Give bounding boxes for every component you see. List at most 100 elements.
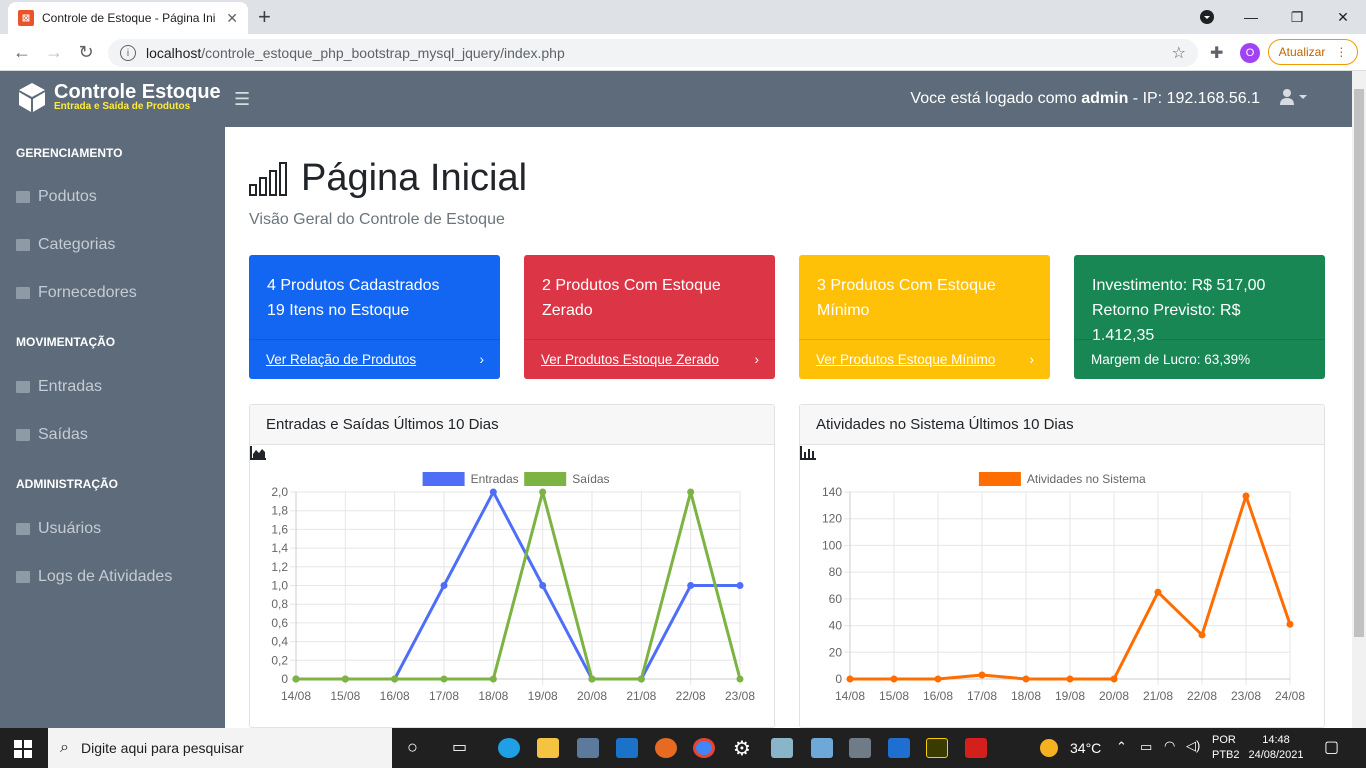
pdf-reader-icon[interactable] [965,738,987,758]
task-view-icon[interactable]: ▭ [452,737,467,757]
data-point [391,675,399,683]
x-tick-label: 16/08 [923,689,953,703]
battery-icon[interactable]: ▭ [1140,739,1152,755]
x-tick-label: 23/08 [725,689,755,703]
sidebar-item-saidas[interactable]: Saídas [16,426,88,444]
edge-icon[interactable] [498,738,520,758]
sidebar-item-usuarios[interactable]: Usuários [16,520,101,538]
table-icon [16,523,30,535]
x-tick-label: 15/08 [330,689,360,703]
card-line1: 3 Produtos Com Estoque [817,277,996,294]
sidebar-heading-administracao: ADMINISTRAÇÃO [16,477,118,491]
y-tick-label: 1,8 [271,504,288,518]
card-line1: 2 Produtos Com Estoque [542,277,721,294]
sidebar-item-categorias[interactable]: Categorias [16,236,115,254]
y-tick-label: 1,4 [271,541,288,555]
taskbar-search-input[interactable]: ⌕ Digite aqui para pesquisar [48,728,392,768]
brand[interactable]: Controle Estoque Entrada e Saída de Prod… [16,81,221,113]
reload-icon[interactable]: ↻ [74,40,98,64]
site-info-icon[interactable]: i [120,45,136,61]
bookmark-star-icon[interactable]: ☆ [1172,43,1186,63]
back-icon[interactable]: ← [10,40,34,64]
card-footer[interactable]: Ver Produtos Estoque Mínimo › [799,339,1050,379]
x-tick-label: 24/08 [1275,689,1305,703]
scrollbar-thumb[interactable] [1354,89,1364,637]
data-point [978,671,986,679]
table-icon [16,191,30,203]
calculator-icon[interactable] [849,738,871,758]
data-point [736,582,744,589]
sidebar-item-entradas[interactable]: Entradas [16,378,102,396]
weather-widget[interactable]: 34°C [1040,728,1101,768]
close-window-icon[interactable]: ✕ [1320,0,1366,34]
store-icon[interactable] [577,738,599,758]
card-line2: 19 Itens no Estoque [267,302,410,319]
sidebar: GERENCIAMENTO Podutos Categorias Fornece… [0,127,225,728]
volume-icon[interactable]: ◁) [1186,738,1200,754]
card-footer[interactable]: Ver Produtos Estoque Zerado › [524,339,775,379]
table-icon [16,381,30,393]
update-label: Atualizar [1278,45,1326,59]
data-point [846,675,854,683]
y-tick-label: 120 [822,512,842,526]
data-point [440,675,448,683]
mail-icon[interactable] [616,738,638,758]
language-indicator[interactable]: POR PTB2 [1212,733,1240,763]
url-host: localhost [146,45,202,61]
x-tick-label: 14/08 [835,689,865,703]
close-tab-icon[interactable]: ✕ [226,10,238,27]
x-tick-label: 18/08 [1011,689,1041,703]
forward-icon[interactable]: → [42,40,66,64]
sidebar-item-fornecedores[interactable]: Fornecedores [16,284,137,302]
page-scrollbar[interactable] [1352,71,1366,728]
card-footer[interactable]: Ver Relação de Produtos › [249,339,500,379]
user-icon [1280,89,1307,105]
notification-icon[interactable]: ▢ [1324,737,1339,757]
devcpp-icon[interactable] [888,738,910,758]
sidebar-heading-gerenciamento: GERENCIAMENTO [16,146,123,160]
minimize-icon[interactable]: — [1228,0,1274,34]
extensions-icon[interactable]: ✚ [1210,43,1223,63]
restore-icon[interactable]: ❐ [1274,0,1320,34]
chevron-right-icon: › [1029,352,1035,367]
windows-start-icon[interactable] [14,740,32,763]
top-navbar: Controle Estoque Entrada e Saída de Prod… [0,71,1352,127]
profile-dropdown-icon[interactable] [1184,0,1230,34]
main-content: Página Inicial Visão Geral do Controle d… [225,127,1352,728]
x-tick-label: 20/08 [1099,689,1129,703]
update-button[interactable]: Atualizar ⋮ [1268,39,1358,65]
user-menu-dropdown[interactable] [1280,89,1310,110]
file-explorer-icon[interactable] [537,738,559,758]
ver-produtos-link[interactable]: Ver Relação de Produtos [266,352,416,367]
chrome-icon[interactable] [693,738,715,758]
virtualbox-icon[interactable] [811,738,833,758]
new-tab-icon[interactable]: + [258,4,271,30]
data-point [1286,620,1294,628]
y-tick-label: 80 [829,565,843,579]
table-icon [16,287,30,299]
url-input[interactable]: i localhost/controle_estoque_php_bootstr… [108,39,1198,67]
ver-estoque-minimo-link[interactable]: Ver Produtos Estoque Mínimo [816,352,995,367]
menu-toggle-icon[interactable]: ☰ [234,89,250,110]
data-point [637,675,645,683]
y-tick-label: 1,0 [271,579,288,593]
cortana-icon[interactable]: ○ [407,737,418,758]
x-tick-label: 19/08 [528,689,558,703]
firefox-icon[interactable] [655,738,677,758]
settings-gear-icon[interactable]: ⚙ [733,736,751,761]
x-tick-label: 22/08 [1187,689,1217,703]
margem-lucro: Margem de Lucro: 63,39% [1091,352,1251,367]
notepad-icon[interactable] [771,738,793,758]
profile-avatar[interactable]: O [1240,43,1260,63]
x-tick-label: 16/08 [380,689,410,703]
sidebar-item-logs[interactable]: Logs de Atividades [16,568,172,586]
fireworks-icon[interactable] [926,738,948,758]
windows-taskbar: ⌕ Digite aqui para pesquisar ○ ▭ ⚙ 34°C … [0,728,1366,768]
chevron-up-icon[interactable]: ⌃ [1116,739,1127,755]
browser-tab[interactable]: ⊠ Controle de Estoque - Página Ini ✕ [8,2,248,34]
ver-estoque-zerado-link[interactable]: Ver Produtos Estoque Zerado [541,352,719,367]
sidebar-item-produtos[interactable]: Podutos [16,188,97,206]
clock[interactable]: 14:48 24/08/2021 [1248,733,1304,763]
data-point [687,488,695,496]
wifi-icon[interactable]: ◠ [1164,738,1175,754]
